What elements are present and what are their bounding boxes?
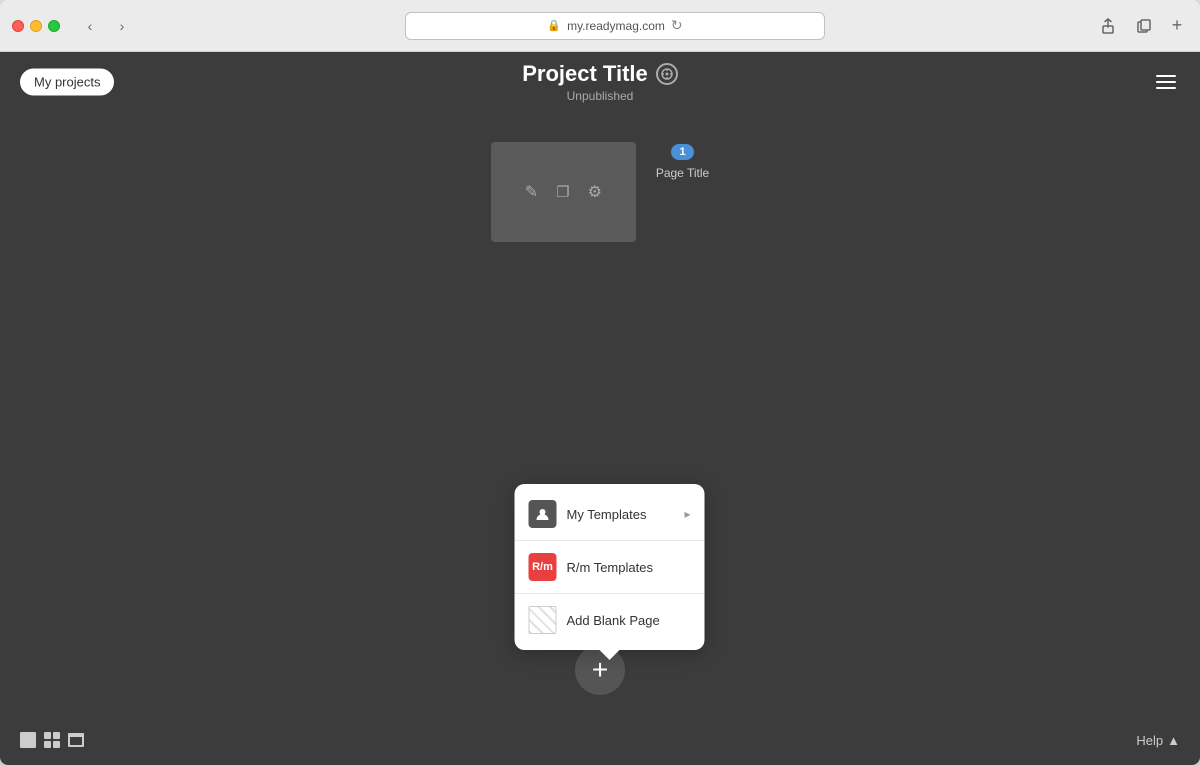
view-icons (20, 732, 84, 748)
browser-titlebar: ‹ › 🔒 my.readymag.com ↻ + (0, 0, 1200, 52)
address-text: my.readymag.com (567, 19, 665, 33)
person-icon (529, 500, 557, 528)
my-templates-icon (529, 500, 557, 528)
my-templates-label: My Templates (567, 507, 675, 522)
page-settings-icon[interactable]: ⚙ (588, 182, 602, 202)
hamburger-button[interactable] (1152, 71, 1180, 93)
app-bottombar: Help ▲ (0, 715, 1200, 765)
single-view-button[interactable] (20, 732, 36, 748)
popup-divider-2 (515, 593, 705, 594)
rm-templates-icon: R/m (529, 553, 557, 581)
hamburger-line-2 (1156, 81, 1176, 83)
my-templates-arrow: ▸ (684, 507, 690, 521)
app-topbar: My projects Project Title (0, 52, 1200, 112)
my-templates-item[interactable]: My Templates ▸ (515, 490, 705, 538)
project-settings-icon[interactable] (656, 63, 678, 85)
project-title: Project Title (522, 61, 648, 87)
lock-icon: 🔒 (547, 19, 561, 32)
add-tab-button[interactable]: + (1166, 15, 1188, 37)
traffic-lights (12, 20, 60, 32)
page-title-label: Page Title (656, 166, 709, 180)
archive-view-icon (68, 733, 84, 747)
rm-icon: R/m (529, 553, 557, 581)
archive-view-button[interactable] (68, 733, 84, 747)
address-bar-container: 🔒 my.readymag.com ↻ (144, 12, 1086, 40)
copy-page-icon[interactable]: ❐ (556, 183, 569, 201)
blank-icon (529, 606, 557, 634)
traffic-light-minimize[interactable] (30, 20, 42, 32)
grid-view-icon (44, 732, 60, 748)
templates-popup-menu: My Templates ▸ R/m R/m Templates Add Bla… (515, 484, 705, 650)
back-nav-button[interactable]: ‹ (76, 16, 104, 36)
help-button[interactable]: Help ▲ (1136, 733, 1180, 748)
edit-page-icon[interactable]: ✎ (525, 182, 538, 202)
add-blank-page-label: Add Blank Page (567, 613, 691, 628)
reload-icon: ↻ (671, 17, 683, 34)
project-status: Unpublished (567, 89, 634, 103)
nav-buttons: ‹ › (76, 16, 136, 36)
rm-templates-item[interactable]: R/m R/m Templates (515, 543, 705, 591)
rm-templates-label: R/m Templates (567, 560, 691, 575)
hamburger-line-3 (1156, 87, 1176, 89)
single-view-icon (20, 732, 36, 748)
traffic-light-fullscreen[interactable] (48, 20, 60, 32)
browser-actions: + (1094, 15, 1188, 37)
back-to-projects-button[interactable]: My projects (20, 69, 114, 96)
project-title-row: Project Title (522, 61, 678, 87)
page-thumbnail[interactable]: ✎ ❐ ⚙ (491, 142, 636, 242)
add-blank-page-icon (529, 606, 557, 634)
browser-window: ‹ › 🔒 my.readymag.com ↻ + My projects (0, 0, 1200, 765)
page-number-badge: 1 (671, 144, 693, 160)
project-info: Project Title Unpublished (522, 61, 678, 103)
forward-nav-button[interactable]: › (108, 16, 136, 36)
add-blank-page-item[interactable]: Add Blank Page (515, 596, 705, 644)
address-bar[interactable]: 🔒 my.readymag.com ↻ (405, 12, 825, 40)
app-area: My projects Project Title (0, 52, 1200, 765)
duplicate-button[interactable] (1130, 15, 1158, 37)
popup-divider-1 (515, 540, 705, 541)
help-arrow: ▲ (1167, 733, 1180, 748)
grid-view-button[interactable] (44, 732, 60, 748)
traffic-light-close[interactable] (12, 20, 24, 32)
share-button[interactable] (1094, 15, 1122, 37)
hamburger-line-1 (1156, 75, 1176, 77)
help-label: Help (1136, 733, 1163, 748)
page-label-area: 1 Page Title (656, 144, 709, 180)
